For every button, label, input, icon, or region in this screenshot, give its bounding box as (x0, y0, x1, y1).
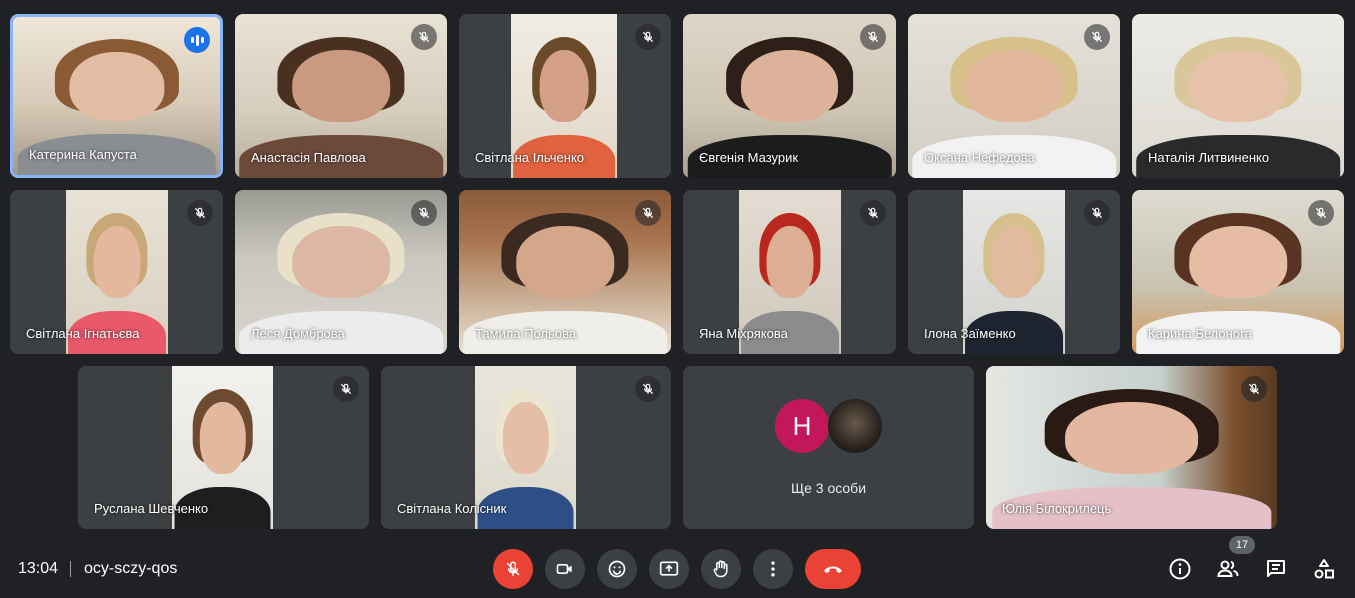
participant-name: Світлана Колісник (397, 501, 507, 516)
meeting-time: 13:04 (18, 560, 59, 577)
participant-tile[interactable]: Яна Міхрякова (683, 190, 896, 354)
people-count-badge: 17 (1229, 536, 1255, 554)
info-icon (1169, 558, 1191, 580)
participant-name: Євгенія Мазурик (699, 150, 799, 165)
chat-icon (1267, 560, 1285, 577)
speaking-indicator-icon (184, 27, 210, 53)
participant-name: Руслана Шевченко (94, 501, 209, 516)
participant-name: Яна Міхрякова (699, 326, 788, 341)
activities-icon (1314, 559, 1334, 579)
chat-button[interactable] (1262, 555, 1290, 583)
participant-name: Оксана Нефедова (924, 150, 1035, 165)
mic-off-icon (635, 376, 661, 402)
mic-off-icon (1308, 200, 1334, 226)
participant-tile[interactable]: Катерина Капуста (10, 14, 223, 178)
participant-tile[interactable]: Світлана Колісник (381, 366, 671, 529)
mic-off-icon (506, 561, 520, 576)
mic-off-icon (860, 200, 886, 226)
mic-off-icon (411, 200, 437, 226)
hand-icon (713, 560, 728, 578)
mic-off-icon (860, 24, 886, 50)
participant-tile[interactable]: Наталія Литвиненко (1132, 14, 1344, 178)
hangup-icon (824, 566, 842, 573)
participant-tile[interactable]: Карина Белонога (1132, 190, 1344, 354)
leave-call-button[interactable] (805, 549, 861, 589)
reactions-button[interactable] (597, 549, 637, 589)
participant-name: Світлана Ігнатьєва (26, 326, 140, 341)
mic-off-icon (635, 200, 661, 226)
participant-tile[interactable]: Леся Домброва (235, 190, 447, 354)
participant-tile[interactable]: Тамила Польова (459, 190, 671, 354)
camera-toggle-button[interactable] (545, 549, 585, 589)
participant-name: Ілона Заїменко (924, 326, 1016, 341)
mic-off-icon (635, 24, 661, 50)
present-icon (659, 561, 679, 576)
participant-tile[interactable]: Анастасія Павлова (235, 14, 447, 178)
participant-avatar: H (775, 399, 829, 453)
participant-name: Наталія Литвиненко (1148, 150, 1270, 165)
participant-name: Катерина Капуста (29, 147, 137, 162)
mic-toggle-button[interactable] (493, 549, 533, 589)
people-button[interactable] (1214, 555, 1242, 583)
meeting-details-button[interactable] (1166, 555, 1194, 583)
raise-hand-button[interactable] (701, 549, 741, 589)
mic-off-icon (411, 24, 437, 50)
participant-name: Карина Белонога (1148, 326, 1252, 341)
present-button[interactable] (649, 549, 689, 589)
activities-button[interactable] (1310, 555, 1338, 583)
participant-tile[interactable]: Євгенія Мазурик (683, 14, 896, 178)
emoji-icon (608, 560, 626, 578)
mic-off-icon (1084, 200, 1110, 226)
participant-tile[interactable]: Світлана Ільченко (459, 14, 671, 178)
people-icon (1217, 560, 1239, 577)
bottom-toolbar: 13:04 ocy-sczy-qos 17 (0, 536, 1355, 598)
participant-name: Леся Домброва (251, 326, 345, 341)
divider (70, 561, 71, 577)
more-vert-icon (771, 561, 775, 577)
more-options-button[interactable] (753, 549, 793, 589)
participant-tile[interactable]: Оксана Нефедова (908, 14, 1120, 178)
participant-name: Тамила Польова (475, 326, 577, 341)
participant-tile[interactable]: Руслана Шевченко (78, 366, 369, 529)
mic-off-icon (1241, 376, 1267, 402)
participant-tile[interactable]: Юлія Білокрилець (986, 366, 1277, 529)
meeting-code: ocy-sczy-qos (84, 560, 178, 577)
participant-name: Світлана Ільченко (475, 150, 585, 165)
participant-tile[interactable]: Ілона Заїменко (908, 190, 1120, 354)
mic-off-icon (187, 200, 213, 226)
participant-avatar (828, 399, 882, 453)
participant-name: Анастасія Павлова (251, 150, 366, 165)
mic-off-icon (1084, 24, 1110, 50)
participant-name: Юлія Білокрилець (1002, 501, 1112, 516)
more-participants-tile[interactable]: H Ще 3 особи (683, 366, 974, 529)
avatar-letter: H (792, 410, 812, 441)
more-participants-label: Ще 3 особи (790, 480, 867, 496)
camera-icon (556, 564, 572, 574)
participant-tile[interactable]: Світлана Ігнатьєва (10, 190, 223, 354)
mic-off-icon (333, 376, 359, 402)
